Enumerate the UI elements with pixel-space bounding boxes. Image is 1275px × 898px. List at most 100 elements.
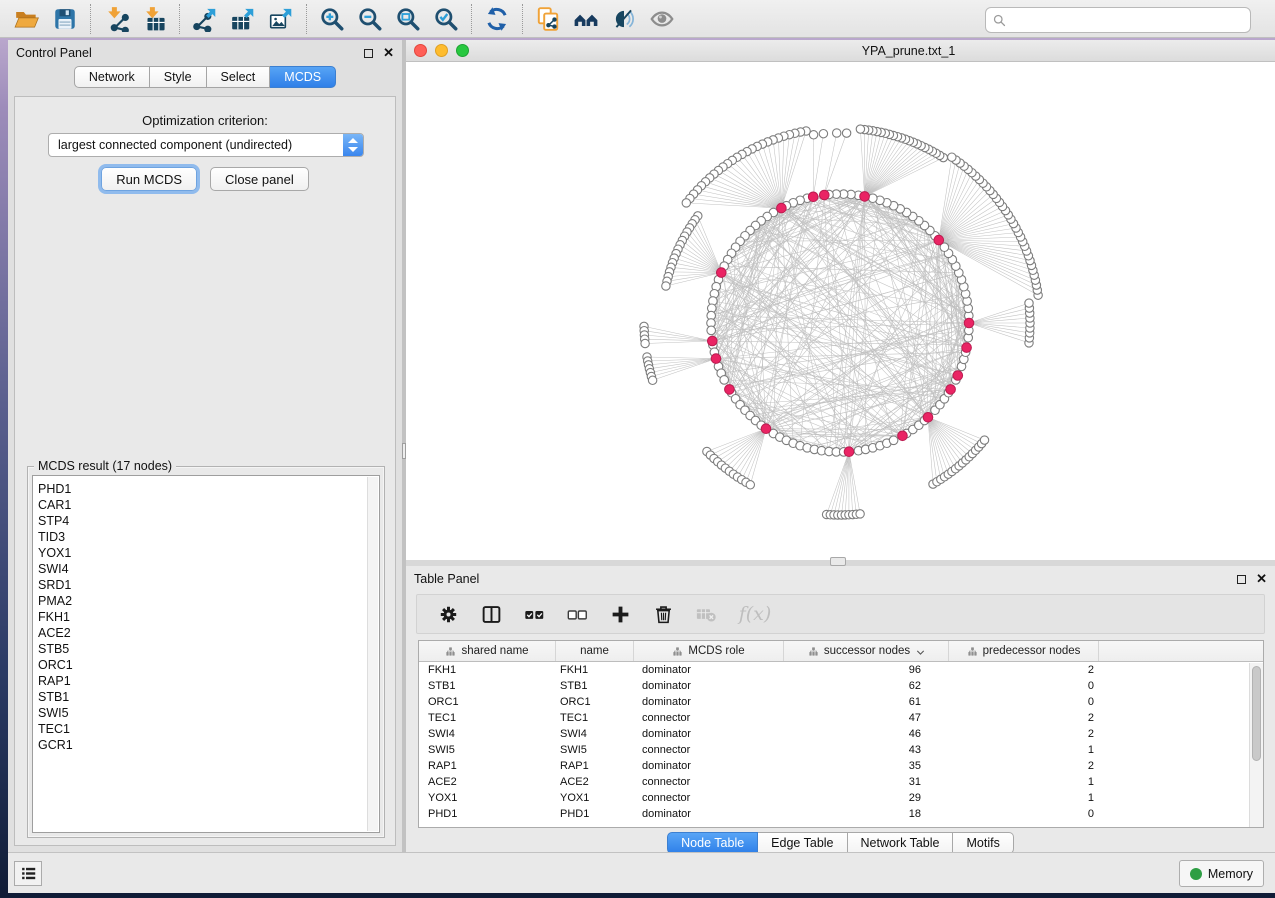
mcds-result-item[interactable]: RAP1	[33, 673, 379, 689]
deselect-all-icon	[567, 604, 588, 625]
show-columns-icon	[481, 604, 502, 625]
mcds-result-item[interactable]: TEC1	[33, 721, 379, 737]
table-row[interactable]: ORC1ORC1dominator610	[419, 694, 1099, 710]
mcds-result-item[interactable]: TID3	[33, 529, 379, 545]
import-table-button[interactable]	[137, 3, 171, 35]
settings-button[interactable]	[435, 602, 461, 626]
mcds-result-item[interactable]: STB5	[33, 641, 379, 657]
table-row[interactable]: SWI5SWI5connector431	[419, 742, 1099, 758]
window-minimize-icon[interactable]	[435, 44, 448, 57]
cell: SWI4	[419, 726, 556, 742]
export-network-button[interactable]	[188, 3, 222, 35]
mcds-result-item[interactable]: GCR1	[33, 737, 379, 753]
float-panel-icon[interactable]	[364, 49, 373, 58]
mcds-result-list[interactable]: PHD1CAR1STP4TID3YOX1SWI4SRD1PMA2FKH1ACE2…	[32, 475, 380, 833]
mcds-result-item[interactable]: PMA2	[33, 593, 379, 609]
export-table-button[interactable]	[226, 3, 260, 35]
mcds-result-item[interactable]: STP4	[33, 513, 379, 529]
open-file-button[interactable]	[10, 3, 44, 35]
task-history-button[interactable]	[14, 861, 42, 886]
table-panel-title: Table Panel	[414, 572, 479, 586]
cell: 46	[784, 726, 949, 742]
mcds-result-item[interactable]: ACE2	[33, 625, 379, 641]
table-tabs: Node TableEdge TableNetwork TableMotifs	[406, 832, 1275, 854]
add-row-icon	[610, 604, 631, 625]
mcds-result-item[interactable]: CAR1	[33, 497, 379, 513]
show-columns-button[interactable]	[478, 602, 504, 626]
memory-button[interactable]: Memory	[1179, 860, 1264, 887]
table-row[interactable]: PHD1PHD1dominator180	[419, 806, 1099, 822]
import-network-button[interactable]	[99, 3, 133, 35]
table-row[interactable]: TEC1TEC1connector472	[419, 710, 1099, 726]
mcds-result-item[interactable]: ORC1	[33, 657, 379, 673]
table-row[interactable]: YOX1YOX1connector291	[419, 790, 1099, 806]
table-scrollbar-thumb[interactable]	[1252, 666, 1261, 761]
close-table-panel-icon[interactable]: ✕	[1256, 574, 1267, 584]
mcds-result-item[interactable]: SWI4	[33, 561, 379, 577]
close-panel-button[interactable]: Close panel	[210, 167, 309, 191]
zoom-in-button[interactable]	[315, 3, 349, 35]
mcds-result-item[interactable]: STB1	[33, 689, 379, 705]
col-grid-icon	[445, 646, 456, 657]
function-builder-icon: f(x)	[739, 603, 772, 625]
show-graphics-details-button[interactable]	[645, 3, 679, 35]
float-table-panel-icon[interactable]	[1237, 575, 1246, 584]
window-zoom-icon[interactable]	[456, 44, 469, 57]
tab-node-table[interactable]: Node Table	[667, 832, 758, 854]
tab-edge-table[interactable]: Edge Table	[758, 832, 847, 854]
table-row[interactable]: RAP1RAP1dominator352	[419, 758, 1099, 774]
cell: 2	[949, 758, 1099, 774]
refresh-layout-button[interactable]	[480, 3, 514, 35]
cell: dominator	[634, 758, 784, 774]
search-box[interactable]	[985, 7, 1251, 33]
binoculars-button[interactable]	[569, 3, 603, 35]
mcds-result-item[interactable]: PHD1	[33, 481, 379, 497]
save-session-button[interactable]	[48, 3, 82, 35]
export-image-button[interactable]	[264, 3, 298, 35]
zoom-selected-button[interactable]	[429, 3, 463, 35]
mcds-result-item[interactable]: FKH1	[33, 609, 379, 625]
column-header-successor-nodes[interactable]: successor nodes	[784, 641, 949, 661]
zoom-out-button[interactable]	[353, 3, 387, 35]
mcds-result-item[interactable]: SRD1	[33, 577, 379, 593]
table-row[interactable]: ACE2ACE2connector311	[419, 774, 1099, 790]
criterion-select[interactable]: largest connected component (undirected)	[48, 133, 364, 157]
col-grid-icon	[672, 646, 683, 657]
run-mcds-button[interactable]: Run MCDS	[101, 167, 197, 191]
horizontal-splitter-handle[interactable]	[830, 557, 846, 566]
mcds-result-item[interactable]: YOX1	[33, 545, 379, 561]
cell: connector	[634, 774, 784, 790]
close-panel-icon[interactable]: ✕	[383, 48, 394, 58]
add-row-button[interactable]	[607, 602, 633, 626]
show-graphics-details-icon	[649, 6, 675, 32]
zoom-fit-button[interactable]	[391, 3, 425, 35]
hide-graphics-details-button[interactable]	[607, 3, 641, 35]
tab-style[interactable]: Style	[150, 66, 207, 88]
network-graph-canvas[interactable]	[406, 62, 1275, 560]
tab-mcds[interactable]: MCDS	[270, 66, 336, 88]
cell: TEC1	[419, 710, 556, 726]
deselect-all-button[interactable]	[564, 602, 590, 626]
column-header-shared-name[interactable]: shared name	[419, 641, 556, 661]
table-row[interactable]: FKH1FKH1dominator962	[419, 662, 1099, 678]
column-header-predecessor-nodes[interactable]: predecessor nodes	[949, 641, 1099, 661]
table-row[interactable]: SWI4SWI4dominator462	[419, 726, 1099, 742]
mcds-result-item[interactable]: SWI5	[33, 705, 379, 721]
table-scrollbar[interactable]	[1249, 663, 1263, 827]
window-close-icon[interactable]	[414, 44, 427, 57]
tab-select[interactable]: Select	[207, 66, 271, 88]
tab-network[interactable]: Network	[74, 66, 150, 88]
delete-row-button[interactable]	[650, 602, 676, 626]
cell: 35	[784, 758, 949, 774]
tab-motifs[interactable]: Motifs	[953, 832, 1013, 854]
duplicate-network-button[interactable]	[531, 3, 565, 35]
select-all-button[interactable]	[521, 602, 547, 626]
cell: STB1	[556, 678, 634, 694]
mcds-list-scrollbar[interactable]	[367, 477, 378, 831]
column-header-MCDS-role[interactable]: MCDS role	[634, 641, 784, 661]
settings-icon	[438, 604, 459, 625]
search-input[interactable]	[1007, 10, 1244, 30]
tab-network-table[interactable]: Network Table	[848, 832, 954, 854]
table-row[interactable]: STB1STB1dominator620	[419, 678, 1099, 694]
column-header-name[interactable]: name	[556, 641, 634, 661]
